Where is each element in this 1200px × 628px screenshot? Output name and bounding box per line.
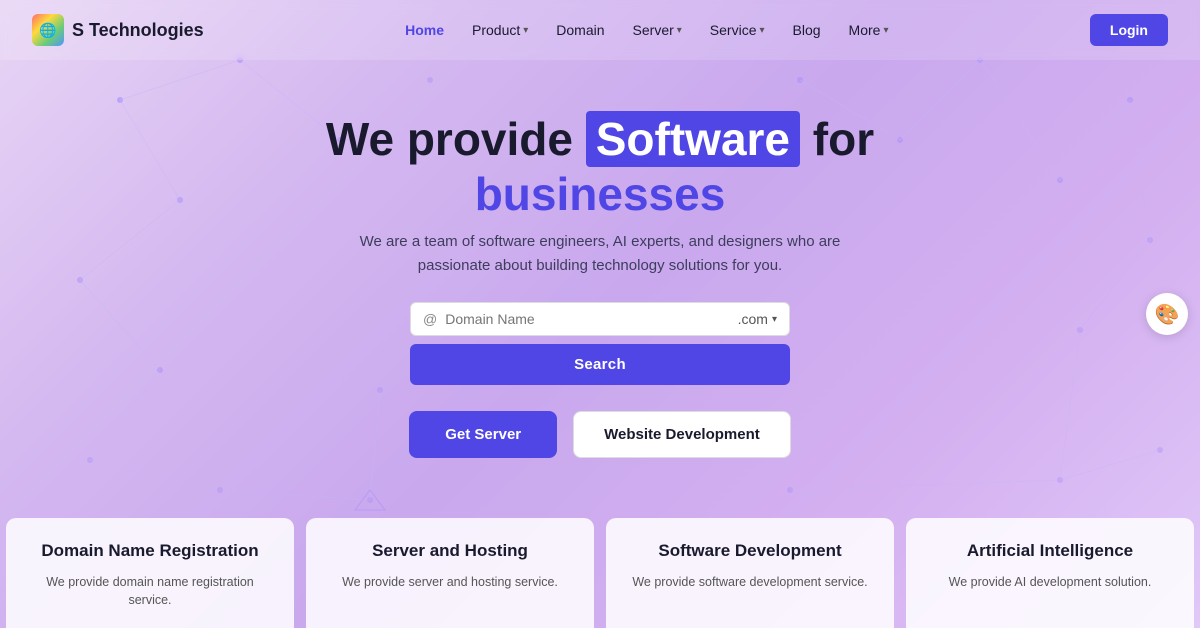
logo-text: S Technologies bbox=[72, 20, 204, 41]
card-desc-domain: We provide domain name registration serv… bbox=[26, 573, 274, 611]
logo-icon: 🌐 bbox=[32, 14, 64, 46]
nav-service-link[interactable]: Service ▾ bbox=[710, 22, 765, 38]
tld-selector[interactable]: .com ▾ bbox=[738, 311, 777, 327]
card-desc-server: We provide server and hosting service. bbox=[326, 573, 574, 592]
service-card-domain: Domain Name Registration We provide doma… bbox=[6, 518, 294, 628]
search-button[interactable]: Search bbox=[410, 344, 790, 385]
nav-blog[interactable]: Blog bbox=[793, 22, 821, 38]
website-development-button[interactable]: Website Development bbox=[573, 411, 791, 458]
chevron-down-icon: ▾ bbox=[759, 25, 764, 36]
get-server-button[interactable]: Get Server bbox=[409, 411, 557, 458]
hero-title-line2: businesses bbox=[326, 167, 874, 222]
nav-service[interactable]: Service ▾ bbox=[710, 22, 765, 38]
palette-icon: 🎨 bbox=[1155, 302, 1180, 327]
hero-subtitle: We are a team of software engineers, AI … bbox=[340, 230, 860, 278]
search-input[interactable] bbox=[445, 311, 737, 327]
nav-domain[interactable]: Domain bbox=[556, 22, 604, 38]
card-title-domain: Domain Name Registration bbox=[26, 540, 274, 562]
search-input-row: @ .com ▾ bbox=[410, 302, 790, 336]
card-title-server: Server and Hosting bbox=[326, 540, 574, 562]
nav-domain-link[interactable]: Domain bbox=[556, 22, 604, 38]
card-title-ai: Artificial Intelligence bbox=[926, 540, 1174, 562]
cta-row: Get Server Website Development bbox=[409, 411, 791, 458]
tld-chevron-down-icon: ▾ bbox=[772, 314, 777, 325]
logo: 🌐 S Technologies bbox=[32, 14, 204, 46]
search-container: @ .com ▾ Search bbox=[410, 302, 790, 385]
nav-server-link[interactable]: Server ▾ bbox=[633, 22, 682, 38]
service-cards-row: Domain Name Registration We provide doma… bbox=[0, 518, 1200, 628]
service-card-software: Software Development We provide software… bbox=[606, 518, 894, 628]
nav-home-link[interactable]: Home bbox=[405, 22, 444, 38]
hero-title-highlight: Software bbox=[586, 111, 800, 167]
nav-more-link[interactable]: More ▾ bbox=[849, 22, 889, 38]
nav-more[interactable]: More ▾ bbox=[849, 22, 889, 38]
card-desc-software: We provide software development service. bbox=[626, 573, 874, 592]
chevron-down-icon: ▾ bbox=[883, 25, 888, 36]
hero-title: We provide Software for businesses bbox=[326, 112, 874, 222]
nav-home[interactable]: Home bbox=[405, 22, 444, 38]
hero-title-pre: We provide bbox=[326, 113, 586, 165]
palette-button[interactable]: 🎨 bbox=[1146, 293, 1188, 335]
card-desc-ai: We provide AI development solution. bbox=[926, 573, 1174, 592]
hero-title-post: for bbox=[800, 113, 874, 165]
nav-product-link[interactable]: Product ▾ bbox=[472, 22, 528, 38]
navbar: 🌐 S Technologies Home Product ▾ Domain S… bbox=[0, 0, 1200, 60]
nav-product[interactable]: Product ▾ bbox=[472, 22, 528, 38]
tld-value: .com bbox=[738, 311, 768, 327]
nav-server[interactable]: Server ▾ bbox=[633, 22, 682, 38]
hero-section: We provide Software for businesses We ar… bbox=[0, 60, 1200, 458]
chevron-down-icon: ▾ bbox=[523, 25, 528, 36]
service-card-ai: Artificial Intelligence We provide AI de… bbox=[906, 518, 1194, 628]
chevron-down-icon: ▾ bbox=[677, 25, 682, 36]
nav-blog-link[interactable]: Blog bbox=[793, 22, 821, 38]
nav-links: Home Product ▾ Domain Server ▾ Service ▾… bbox=[405, 22, 888, 38]
at-icon: @ bbox=[423, 311, 437, 327]
login-button[interactable]: Login bbox=[1090, 14, 1168, 46]
service-card-server: Server and Hosting We provide server and… bbox=[306, 518, 594, 628]
card-title-software: Software Development bbox=[626, 540, 874, 562]
